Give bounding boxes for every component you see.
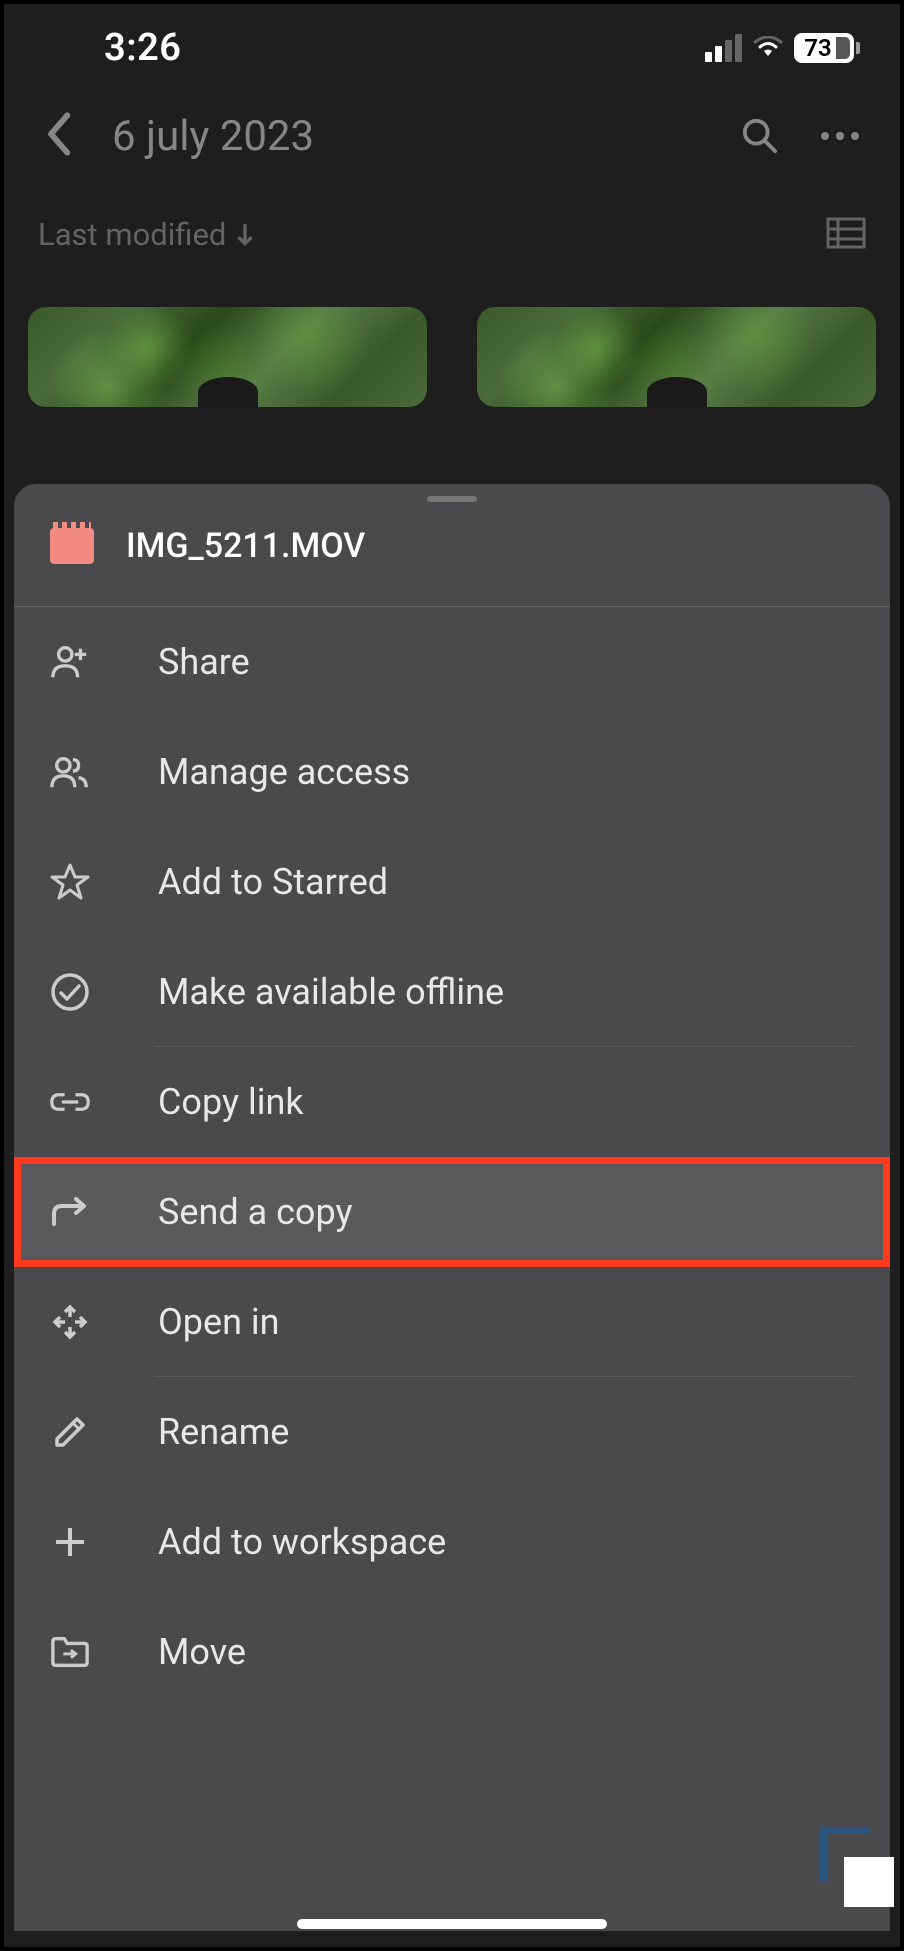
- manage-access-menu-item[interactable]: Manage access: [14, 717, 890, 827]
- more-options-button[interactable]: [820, 116, 860, 156]
- status-time: 3:26: [104, 26, 181, 70]
- wifi-icon: [752, 34, 784, 62]
- available-offline-menu-item[interactable]: Make available offline: [14, 937, 890, 1047]
- share-menu-item[interactable]: Share: [14, 607, 890, 717]
- cellular-signal-icon: [705, 34, 742, 62]
- back-button[interactable]: [44, 110, 72, 162]
- status-indicators: 73: [705, 33, 860, 63]
- star-icon: [50, 862, 90, 902]
- send-copy-menu-item[interactable]: Send a copy: [14, 1157, 890, 1267]
- folder-move-icon: [50, 1632, 90, 1672]
- photo-grid: [4, 277, 900, 407]
- open-in-icon: [50, 1302, 90, 1342]
- arrow-down-icon: [234, 222, 256, 248]
- actions-sheet: IMG_5211.MOV Share: [14, 484, 890, 1931]
- file-thumbnail[interactable]: [28, 307, 427, 407]
- phone-frame: 3:26 73: [0, 0, 904, 1951]
- sort-row: Last modified: [4, 192, 900, 277]
- watermark: [820, 1827, 894, 1907]
- person-add-icon: [50, 642, 90, 682]
- pencil-icon: [50, 1412, 90, 1452]
- search-button[interactable]: [740, 116, 780, 156]
- add-workspace-menu-item[interactable]: Add to workspace: [14, 1487, 890, 1597]
- copy-link-menu-item[interactable]: Copy link: [14, 1047, 890, 1157]
- file-thumbnail[interactable]: [477, 307, 876, 407]
- send-arrow-icon: [50, 1192, 90, 1232]
- status-bar: 3:26 73: [4, 4, 900, 80]
- view-toggle-button[interactable]: [826, 217, 866, 253]
- plus-icon: [50, 1522, 90, 1562]
- battery-icon: 73: [794, 33, 860, 63]
- move-menu-item[interactable]: Move: [14, 1597, 890, 1707]
- link-icon: [50, 1082, 90, 1122]
- offline-icon: [50, 972, 90, 1012]
- rename-menu-item[interactable]: Rename: [14, 1377, 890, 1487]
- people-icon: [50, 752, 90, 792]
- home-indicator[interactable]: [297, 1919, 607, 1929]
- sheet-header: IMG_5211.MOV: [14, 502, 890, 606]
- open-in-menu-item[interactable]: Open in: [14, 1267, 890, 1377]
- sheet-filename: IMG_5211.MOV: [126, 526, 365, 566]
- folder-title: 6 july 2023: [112, 112, 700, 161]
- video-file-icon: [50, 528, 94, 564]
- add-starred-menu-item[interactable]: Add to Starred: [14, 827, 890, 937]
- sort-button[interactable]: Last modified: [38, 216, 256, 253]
- app-header: 6 july 2023: [4, 80, 900, 192]
